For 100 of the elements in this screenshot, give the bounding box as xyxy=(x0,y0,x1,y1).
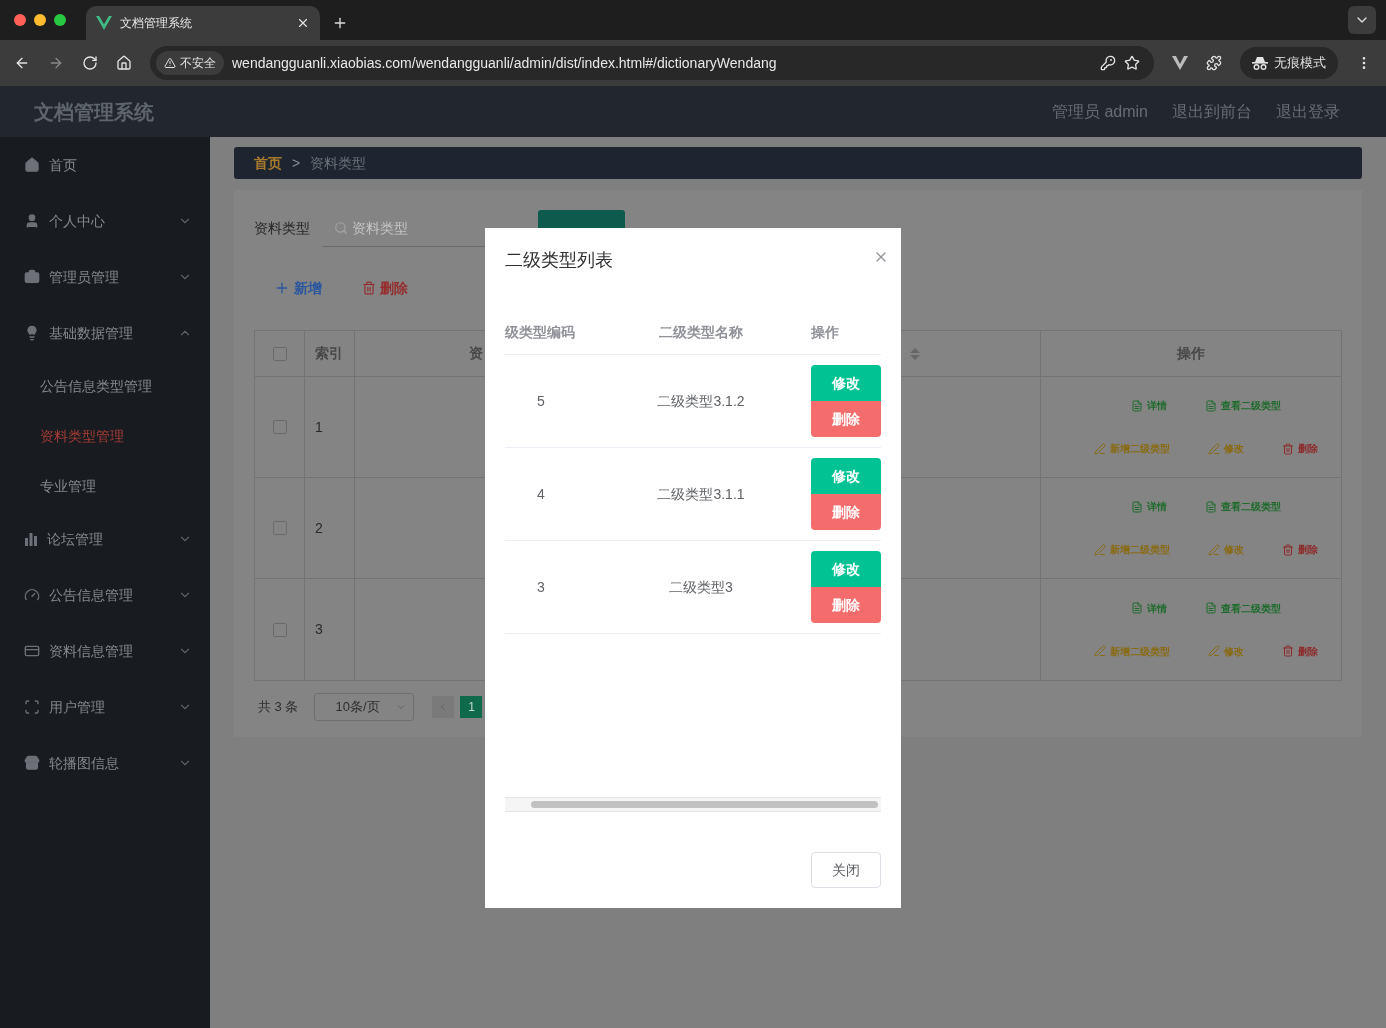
extensions-icon[interactable] xyxy=(1206,55,1222,71)
sidebar-item[interactable]: 管理员管理 xyxy=(0,249,210,305)
gauge-icon xyxy=(24,587,40,603)
pen-icon xyxy=(1094,543,1106,556)
trash-icon xyxy=(362,281,376,295)
close-button[interactable]: 关闭 xyxy=(811,852,881,888)
document-icon xyxy=(1131,399,1143,412)
breadcrumb-separator: > xyxy=(292,153,301,173)
table-cell: 二级类型3.1.1 xyxy=(657,485,745,502)
action-link[interactable]: 详情 xyxy=(1131,499,1167,514)
sidebar-subitem[interactable]: 专业管理 xyxy=(0,461,210,511)
new-tab-icon[interactable] xyxy=(332,15,348,31)
edit-button[interactable]: 修改 xyxy=(811,551,881,587)
breadcrumb-link[interactable]: 首页 xyxy=(254,152,282,174)
delete-button[interactable]: 删除 xyxy=(811,494,881,530)
tab-title: 文档管理系统 xyxy=(120,15,193,32)
incognito-icon xyxy=(1252,56,1268,70)
pen-icon xyxy=(1208,645,1220,657)
key-icon[interactable] xyxy=(1100,55,1116,71)
sidebar-subitem[interactable]: 资料类型管理 xyxy=(0,411,210,461)
column-header: 级类型编码 xyxy=(505,323,575,340)
action-link[interactable]: 删除 xyxy=(1282,542,1318,557)
search-label: 资料类型 xyxy=(254,218,310,238)
header-link[interactable]: 退出到前台 xyxy=(1172,99,1252,124)
checkbox[interactable] xyxy=(272,622,287,637)
url-text: wendangguanli.xiaobias.com/wendangguanli/admin/dist/index.html#/dictionaryWendang xyxy=(232,53,778,73)
v-logo-icon xyxy=(96,16,112,30)
pen-icon xyxy=(1094,442,1106,455)
sidebar-item[interactable]: 基础数据管理 xyxy=(0,305,210,361)
sidebar-item[interactable]: 论坛管理 xyxy=(0,511,210,567)
trash-icon xyxy=(1282,442,1294,455)
page-size-select[interactable]: 10条/页 xyxy=(314,693,415,721)
sidebar-item[interactable]: 轮播图信息 xyxy=(0,735,210,791)
delete-button[interactable]: 删除 xyxy=(811,587,881,623)
edit-button[interactable]: 修改 xyxy=(811,365,881,401)
delete-button[interactable]: 删除 xyxy=(811,401,881,437)
briefcase-icon xyxy=(24,269,40,285)
delete-button[interactable]: 删除 xyxy=(362,277,408,299)
sidebar-item[interactable]: 首页 xyxy=(0,137,210,193)
edit-button[interactable]: 修改 xyxy=(811,458,881,494)
v-logo-icon[interactable] xyxy=(1172,56,1188,70)
action-link[interactable]: 删除 xyxy=(1282,441,1318,456)
scan-icon xyxy=(24,699,40,715)
total-count: 共 3 条 xyxy=(257,698,299,717)
action-link[interactable]: 查看二级类型 xyxy=(1205,499,1281,514)
close-window-icon[interactable] xyxy=(14,14,26,26)
pen-icon xyxy=(1208,543,1220,556)
address-bar[interactable]: 不安全 wendangguanli.xiaobias.com/wendangguanli/admin/dist/index.html#/dictionaryWendang xyxy=(150,46,1154,80)
action-link[interactable]: 查看二级类型 xyxy=(1205,398,1281,413)
action-link[interactable]: 查看二级类型 xyxy=(1205,600,1281,616)
action-link[interactable]: 详情 xyxy=(1131,600,1167,616)
store-icon xyxy=(24,755,40,771)
add-button[interactable]: 新增 xyxy=(274,277,322,299)
back-icon[interactable] xyxy=(14,55,30,71)
table-cell-text: 3 xyxy=(315,620,323,639)
home-icon xyxy=(24,157,40,173)
table-cell: 5 xyxy=(537,392,545,409)
sidebar-item[interactable]: 资料信息管理 xyxy=(0,623,210,679)
warning-icon xyxy=(164,57,176,69)
document-icon xyxy=(1205,500,1217,513)
action-link[interactable]: 删除 xyxy=(1282,643,1318,659)
trash-icon xyxy=(1282,543,1294,556)
document-icon xyxy=(1205,399,1217,412)
checkbox[interactable] xyxy=(272,420,287,434)
bar-chart-icon xyxy=(24,532,38,546)
home-icon[interactable] xyxy=(116,55,132,71)
star-icon[interactable] xyxy=(1124,55,1140,71)
sidebar-item[interactable]: 公告信息管理 xyxy=(0,567,210,623)
horizontal-scrollbar[interactable] xyxy=(505,797,881,812)
table-cell: 4 xyxy=(537,485,545,502)
search-icon xyxy=(334,221,348,235)
tab-menu-button[interactable] xyxy=(1348,6,1376,34)
forward-icon[interactable] xyxy=(48,55,64,71)
pen-icon xyxy=(1208,442,1220,455)
reload-icon[interactable] xyxy=(82,55,98,71)
browser-tab[interactable]: 文档管理系统 xyxy=(86,6,320,40)
document-icon xyxy=(1205,602,1217,614)
document-icon xyxy=(1131,500,1143,513)
table-cell: 3 xyxy=(537,578,545,595)
action-link[interactable]: 详情 xyxy=(1131,398,1167,413)
minimize-window-icon[interactable] xyxy=(34,14,46,26)
document-icon xyxy=(1131,602,1143,614)
header-link[interactable]: 管理员 admin xyxy=(1051,99,1148,124)
user-icon xyxy=(24,213,40,229)
column-header: 资 xyxy=(469,344,483,363)
sidebar-item[interactable]: 个人中心 xyxy=(0,193,210,249)
checkbox[interactable] xyxy=(272,346,287,361)
page-button[interactable]: 1 xyxy=(460,696,483,718)
profile-button[interactable]: 无痕模式 xyxy=(1240,47,1338,79)
sidebar-subitem[interactable]: 公告信息类型管理 xyxy=(0,361,210,411)
security-badge[interactable]: 不安全 xyxy=(156,51,224,75)
column-header: 操作 xyxy=(1177,344,1205,363)
scrollbar-thumb[interactable] xyxy=(531,801,878,808)
dialog-title: 二级类型列表 xyxy=(505,249,614,272)
sidebar-item[interactable]: 用户管理 xyxy=(0,679,210,735)
maximize-window-icon[interactable] xyxy=(54,14,66,26)
close-icon[interactable] xyxy=(296,16,310,30)
table-cell-text: 1 xyxy=(315,417,323,437)
header-link[interactable]: 退出登录 xyxy=(1276,99,1340,124)
checkbox[interactable] xyxy=(272,521,287,535)
